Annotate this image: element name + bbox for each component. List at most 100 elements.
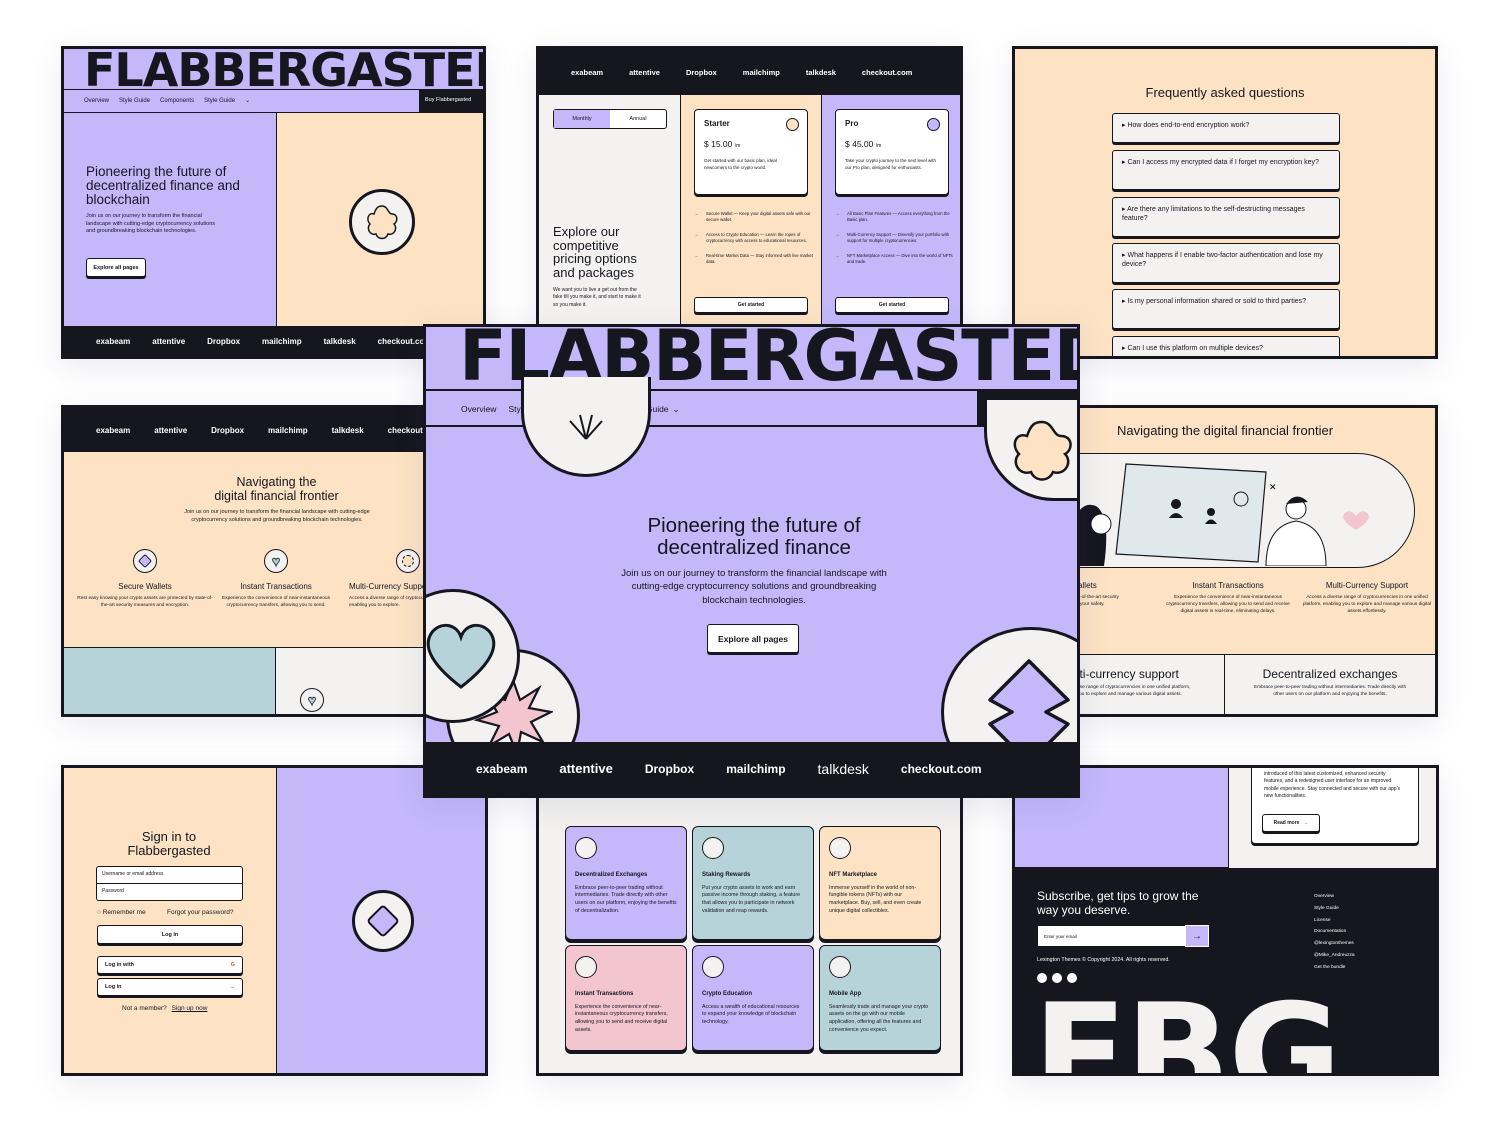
- subscribe-arrow-button[interactable]: →: [1185, 925, 1209, 947]
- logo-attentive: attentive: [559, 761, 613, 776]
- chevron-down-icon: ⌄: [672, 404, 680, 414]
- footer-link[interactable]: @Mike_Andreuzza: [1314, 950, 1355, 962]
- feature-name: NFT Marketplace: [829, 872, 878, 878]
- logo-talkdesk: talkdesk: [331, 425, 364, 435]
- email-input[interactable]: Enter your email: [1037, 925, 1209, 947]
- logo-dropbox: Dropbox: [685, 67, 717, 77]
- feature-card[interactable]: Decentralized Exchanges Embrace peer-to-p…: [565, 826, 687, 940]
- faq-item[interactable]: ▸ Is my personal information shared or s…: [1112, 289, 1340, 329]
- plan-icon: [927, 118, 940, 131]
- login-with-google-button[interactable]: Log in with G: [97, 956, 243, 974]
- footer-link[interactable]: @lexingtonthemes: [1314, 938, 1355, 950]
- explore-button[interactable]: Explore all pages: [86, 258, 146, 277]
- pricing-body: We want you to live a get out from the f…: [553, 287, 641, 308]
- preview-pricing-card: exabeam attentive Dropbox mailchimp talkdesk…: [536, 46, 963, 336]
- feature-desc: Access a diverse range of cryptocurrenci…: [1302, 595, 1432, 614]
- hero-title: Pioneering the future of decentralized f…: [86, 164, 240, 208]
- feature-card[interactable]: NFT Marketplace Immerse yourself in the w…: [819, 826, 941, 940]
- remember-me[interactable]: ○ Remember me: [97, 909, 146, 916]
- hero-title: Pioneering the future of decentralized f…: [647, 514, 861, 560]
- nav-overview[interactable]: Overview: [84, 98, 109, 104]
- logo-checkout: checkout.com: [861, 67, 913, 77]
- google-icon: G: [230, 962, 235, 968]
- feature-name: Decentralized exchanges: [1262, 667, 1398, 681]
- plan-price: $ 15.00: [704, 139, 733, 149]
- burst-icon: [829, 956, 851, 978]
- blog-card: introduced of this latest customized, en…: [1251, 768, 1419, 844]
- forgot-password-link[interactable]: Forgot your password?: [167, 909, 233, 916]
- nav-style-guide[interactable]: Style Guide: [119, 98, 150, 104]
- logo-strip: exabeam attentive Dropbox mailchimp talkdesk…: [539, 49, 960, 95]
- feature-text: Multi-Currency Support — Diversify your …: [847, 232, 950, 244]
- footer-link[interactable]: Documentation: [1314, 926, 1355, 938]
- read-more-button[interactable]: Read more →: [1262, 814, 1320, 832]
- chevron-down-icon: ⌄: [245, 98, 251, 104]
- shape-icon: [352, 890, 414, 952]
- feature-col: Instant Transactions Experience the conv…: [1160, 581, 1296, 616]
- toggle-monthly[interactable]: Monthly: [554, 110, 610, 128]
- feature-text: All Basic Plan Features — Access everyth…: [847, 211, 950, 223]
- feature-name: Staking Rewards: [702, 872, 751, 878]
- logo-talkdesk: talkdesk: [323, 336, 356, 346]
- hero-body: Join us on our journey to transform the …: [86, 213, 216, 235]
- footer-link[interactable]: Overview: [1314, 891, 1355, 903]
- plan-desc: Take your crypto journey to the next lev…: [845, 158, 937, 170]
- feature-desc: Experience the convenience of near-insta…: [221, 596, 330, 608]
- faq-item[interactable]: ▸ Are there any limitations to the self-…: [1112, 197, 1340, 237]
- subscribe-title: Subscribe, get tips to grow the way you …: [1037, 889, 1199, 917]
- feature-col: Multi-Currency Support Access a diverse …: [1297, 581, 1435, 616]
- login-button[interactable]: Log in: [97, 925, 243, 944]
- feature-name: Mobile App: [829, 991, 862, 997]
- feature-card[interactable]: Instant Transactions Experience the conve…: [565, 945, 687, 1051]
- signup-link[interactable]: Sign up now: [172, 1005, 208, 1012]
- features-body: Join us on our journey to transform the …: [184, 509, 370, 523]
- arrow-right-icon: →: [694, 232, 699, 238]
- arrow-right-icon: →: [835, 232, 840, 238]
- login-with-label: Log in with: [105, 962, 135, 968]
- get-started-button[interactable]: Get started: [835, 297, 949, 313]
- star-icon: [702, 956, 724, 978]
- feature-card[interactable]: Staking Rewards Put your crypto assets to…: [692, 826, 814, 940]
- arrow-right-icon: →: [694, 253, 699, 259]
- password-field[interactable]: Password: [96, 883, 243, 901]
- username-field[interactable]: Username or email address: [96, 866, 243, 884]
- logo-dropbox: Dropbox: [644, 761, 695, 776]
- feature-col: Secure Wallets Rest easy knowing your cr…: [76, 582, 214, 610]
- flower-icon: [396, 549, 420, 573]
- logo-mailchimp: mailchimp: [268, 425, 308, 435]
- toggle-annual[interactable]: Annual: [610, 110, 666, 128]
- footer-link[interactable]: Get the bundle: [1314, 962, 1355, 974]
- preview-hero-card: FLABBERGASTED Overview Style Guide Compone…: [61, 46, 486, 359]
- nav-overview[interactable]: Overview: [461, 404, 496, 414]
- logo-dropbox: Dropbox: [211, 425, 245, 435]
- footer-link[interactable]: Style Guide: [1314, 903, 1355, 915]
- feature-desc: Access a wealth of educational resources…: [702, 1003, 800, 1026]
- plan-name: Starter: [704, 119, 730, 128]
- plan-feature: → Secure Wallet — Keep your digital asset…: [694, 211, 814, 265]
- logo-strip: exabeam attentive Dropbox mailchimp talkdesk…: [64, 326, 483, 356]
- nav-dropdown[interactable]: Style Guide: [204, 98, 235, 104]
- buy-button[interactable]: Buy Flabbergasted: [419, 89, 483, 113]
- feature-text: Real-time Market Data — Stay informed wi…: [706, 253, 813, 265]
- feature-desc: Rest easy knowing your crypto assets are…: [77, 596, 213, 608]
- faq-item[interactable]: ▸ How does end-to-end encryption work?: [1112, 113, 1340, 143]
- nav-components[interactable]: Components: [160, 98, 194, 104]
- feature-card[interactable]: Crypto Education Access a wealth of educa…: [692, 945, 814, 1051]
- arrow-right-icon: →: [1303, 820, 1309, 826]
- plan-price: $ 45.00: [845, 139, 874, 149]
- arrow-right-icon: →: [835, 253, 840, 259]
- footer-link[interactable]: License: [1314, 915, 1355, 927]
- faq-item[interactable]: ▸ What happens if I enable two-factor au…: [1112, 243, 1340, 283]
- plan-per: /m: [875, 143, 882, 149]
- plan-feature: → All Basic Plan Features — Access everyt…: [835, 211, 955, 265]
- faq-item[interactable]: ▸ Can I use this platform on multiple de…: [1112, 336, 1340, 356]
- pricing-title: Explore our competitive pricing options …: [553, 224, 637, 280]
- login-arrow-button[interactable]: Log in →: [97, 978, 243, 996]
- footer-big-wordmark: FBG: [1033, 974, 1342, 1076]
- feature-card[interactable]: Mobile App Seamlessly trade and manage yo…: [819, 945, 941, 1051]
- feature-col: Instant Transactions Experience the conv…: [207, 582, 345, 610]
- faq-item[interactable]: ▸ Can I access my encrypted data if I fo…: [1112, 150, 1340, 190]
- feature-name: Secure Wallets: [118, 582, 172, 591]
- explore-button[interactable]: Explore all pages: [707, 624, 799, 653]
- get-started-button[interactable]: Get started: [694, 297, 808, 313]
